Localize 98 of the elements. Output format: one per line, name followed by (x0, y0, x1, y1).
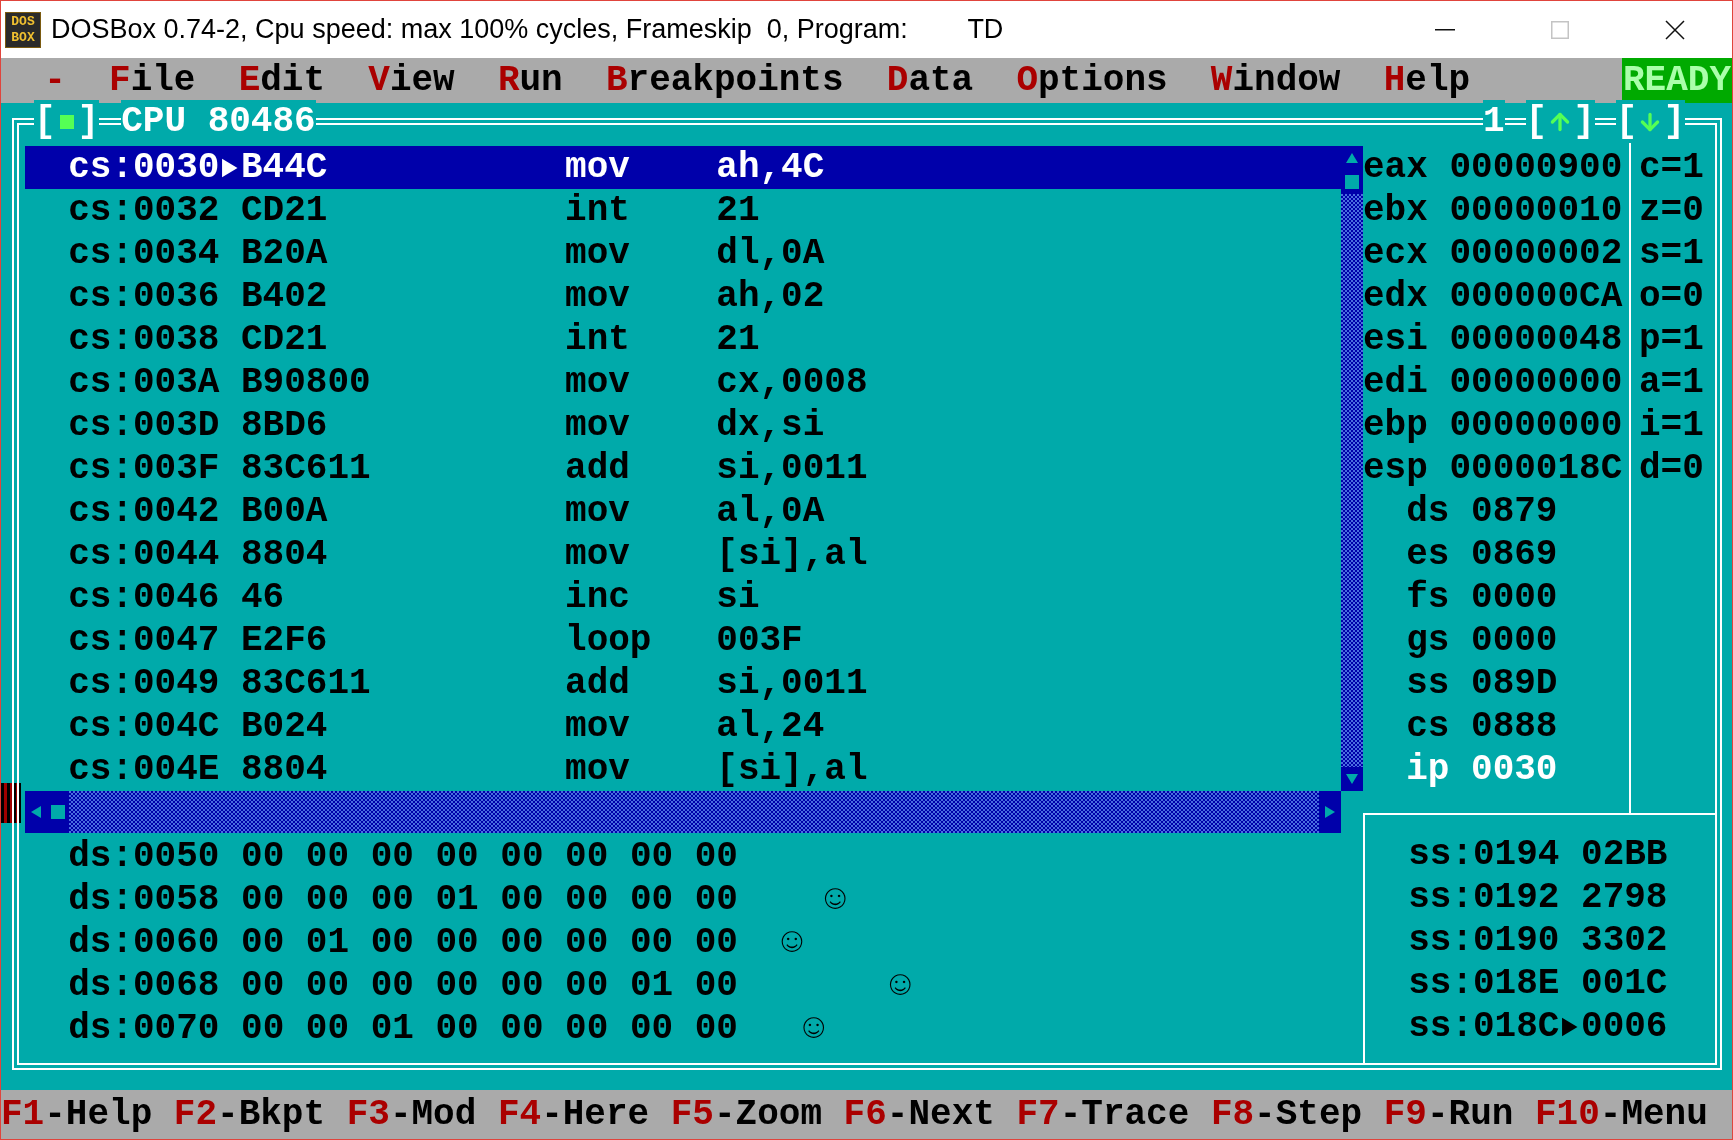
code-line[interactable]: cs:0036 B402 mov ah,02 (25, 275, 1341, 318)
register-name: fs (1406, 576, 1450, 619)
function-key[interactable]: F2-Bkpt (173, 1090, 326, 1139)
triangle-right-icon (1323, 805, 1337, 819)
register-value[interactable]: 0879 (1471, 490, 1558, 533)
register-value[interactable]: 00000900 (1449, 146, 1623, 189)
register-name: edx (1363, 275, 1428, 318)
flag-value[interactable]: d=0 (1639, 447, 1704, 490)
menu-item[interactable]: Help (1383, 58, 1471, 103)
register-name: edi (1363, 361, 1428, 404)
flag-value[interactable]: a=1 (1639, 361, 1704, 404)
function-key[interactable]: F7-Trace (1016, 1090, 1190, 1139)
code-line[interactable]: cs:0046 46 inc si (25, 576, 1341, 619)
function-key[interactable]: F9-Run (1383, 1090, 1514, 1139)
stack-address: ss:0190 (1408, 919, 1560, 962)
register-name: eax (1363, 146, 1428, 189)
window-title: DOSBox 0.74-2, Cpu speed: max 100% cycles, Frameskip 0, Program: TD (51, 14, 1005, 45)
register-value[interactable]: 0000018C (1449, 447, 1623, 490)
scroll-down-button[interactable] (1341, 767, 1363, 791)
register-name: ecx (1363, 232, 1428, 275)
flag-value[interactable]: o=0 (1639, 275, 1704, 318)
code-line[interactable]: cs:0034 B20A mov dl,0A (25, 232, 1341, 275)
register-name: ip (1406, 748, 1450, 791)
code-line[interactable]: cs:0038 CD21 int 21 (25, 318, 1341, 361)
register-name: esi (1363, 318, 1428, 361)
flag-value[interactable]: p=1 (1639, 318, 1704, 361)
stack-address: ss:018E (1408, 962, 1560, 1005)
menu-item[interactable]: File (109, 58, 196, 103)
scroll-left-button[interactable] (25, 791, 47, 833)
stack-address: ss:018C (1408, 1005, 1560, 1048)
menu-item[interactable]: Run (497, 58, 563, 103)
scroll-thumb[interactable] (47, 791, 69, 833)
memory-dump-line: ds:0060 00 01 00 00 00 00 00 00 ☺ (67, 921, 804, 964)
register-value[interactable]: 00000002 (1449, 232, 1623, 275)
code-line[interactable]: cs:003A B90800 mov cx,0008 (25, 361, 1341, 404)
horizontal-scrollbar[interactable] (25, 791, 1341, 833)
register-name: es (1406, 533, 1450, 576)
function-key[interactable]: F5-Zoom (670, 1090, 822, 1139)
stack-value: 001C (1581, 962, 1668, 1005)
register-value[interactable]: 000000CA (1449, 275, 1623, 318)
code-line[interactable]: cs:004E 8804 mov [si],al (25, 748, 1341, 791)
function-key[interactable]: F6-Next (843, 1090, 995, 1139)
stack-value: 2798 (1581, 876, 1668, 919)
register-value[interactable]: 00000000 (1449, 361, 1623, 404)
register-name: gs (1406, 619, 1450, 662)
triangle-left-icon (29, 805, 43, 819)
app-logo: DOS BOX (5, 11, 41, 48)
triangle-down-icon (1345, 772, 1359, 786)
code-line[interactable]: cs:003D 8BD6 mov dx,si (25, 404, 1341, 447)
menu-item[interactable]: Options (1016, 58, 1168, 103)
memory-dump-line: ds:0058 00 00 00 01 00 00 00 00 ☺ (67, 878, 847, 921)
menu-item[interactable]: Edit (238, 58, 326, 103)
status-indicator: READY (1621, 58, 1732, 103)
register-name: ebp (1363, 404, 1428, 447)
register-name: ss (1406, 662, 1450, 705)
triangle-up-icon (1345, 151, 1359, 165)
function-key[interactable]: F10-Menu (1534, 1090, 1708, 1139)
register-name: ds (1406, 490, 1450, 533)
memory-dump-line: ds:0050 00 00 00 00 00 00 00 00 (67, 835, 739, 878)
memory-dump-line: ds:0070 00 00 01 00 00 00 00 00 ☺ (67, 1007, 826, 1050)
menu-item[interactable]: Breakpoints (605, 58, 844, 103)
menu-item[interactable]: Window (1210, 58, 1341, 103)
menu-item[interactable]: View (368, 58, 455, 103)
register-name: ebx (1363, 189, 1428, 232)
function-key[interactable]: F4-Here (497, 1090, 650, 1139)
code-line[interactable]: cs:004C B024 mov al,24 (25, 705, 1341, 748)
register-value[interactable]: 0000 (1471, 576, 1558, 619)
register-value[interactable]: 00000010 (1449, 189, 1623, 232)
code-line[interactable]: cs:0047 E2F6 loop 003F (25, 619, 1341, 662)
stack-value: 02BB (1581, 833, 1668, 876)
stack-address: ss:0194 (1408, 833, 1560, 876)
menu-item[interactable]: Data (886, 58, 974, 103)
stack-address: ss:0192 (1408, 876, 1560, 919)
function-key[interactable]: F1-Help (1, 1090, 153, 1139)
register-name: cs (1406, 705, 1450, 748)
register-value[interactable]: 00000048 (1449, 318, 1623, 361)
register-value[interactable]: 0869 (1471, 533, 1558, 576)
scroll-right-button[interactable] (1319, 791, 1341, 833)
flag-value[interactable]: z=0 (1639, 189, 1704, 232)
code-line[interactable]: cs:0044 8804 mov [si],al (25, 533, 1341, 576)
register-name: esp (1363, 447, 1428, 490)
code-line[interactable]: cs:0042 B00A mov al,0A (25, 490, 1341, 533)
code-line[interactable]: cs:0032 CD21 int 21 (25, 189, 1341, 232)
function-key[interactable]: F3-Mod (346, 1090, 477, 1139)
flag-value[interactable]: i=1 (1639, 404, 1704, 447)
register-value[interactable]: 089D (1471, 662, 1558, 705)
register-value[interactable]: 0000 (1471, 619, 1558, 662)
stack-value: 3302 (1581, 919, 1668, 962)
flag-value[interactable]: c=1 (1639, 146, 1704, 189)
code-line[interactable]: cs:0049 83C611 add si,0011 (25, 662, 1341, 705)
code-line[interactable]: cs:003F 83C611 add si,0011 (25, 447, 1341, 490)
memory-dump-line: ds:0068 00 00 00 00 00 00 01 00 ☺ (67, 964, 912, 1007)
register-value[interactable]: 0888 (1471, 705, 1558, 748)
stack-value: 0006 (1581, 1005, 1668, 1048)
vertical-scrollbar[interactable] (1341, 146, 1363, 791)
flag-value[interactable]: s=1 (1639, 232, 1704, 275)
function-key[interactable]: F8-Step (1210, 1090, 1363, 1139)
register-value[interactable]: 00000000 (1449, 404, 1623, 447)
